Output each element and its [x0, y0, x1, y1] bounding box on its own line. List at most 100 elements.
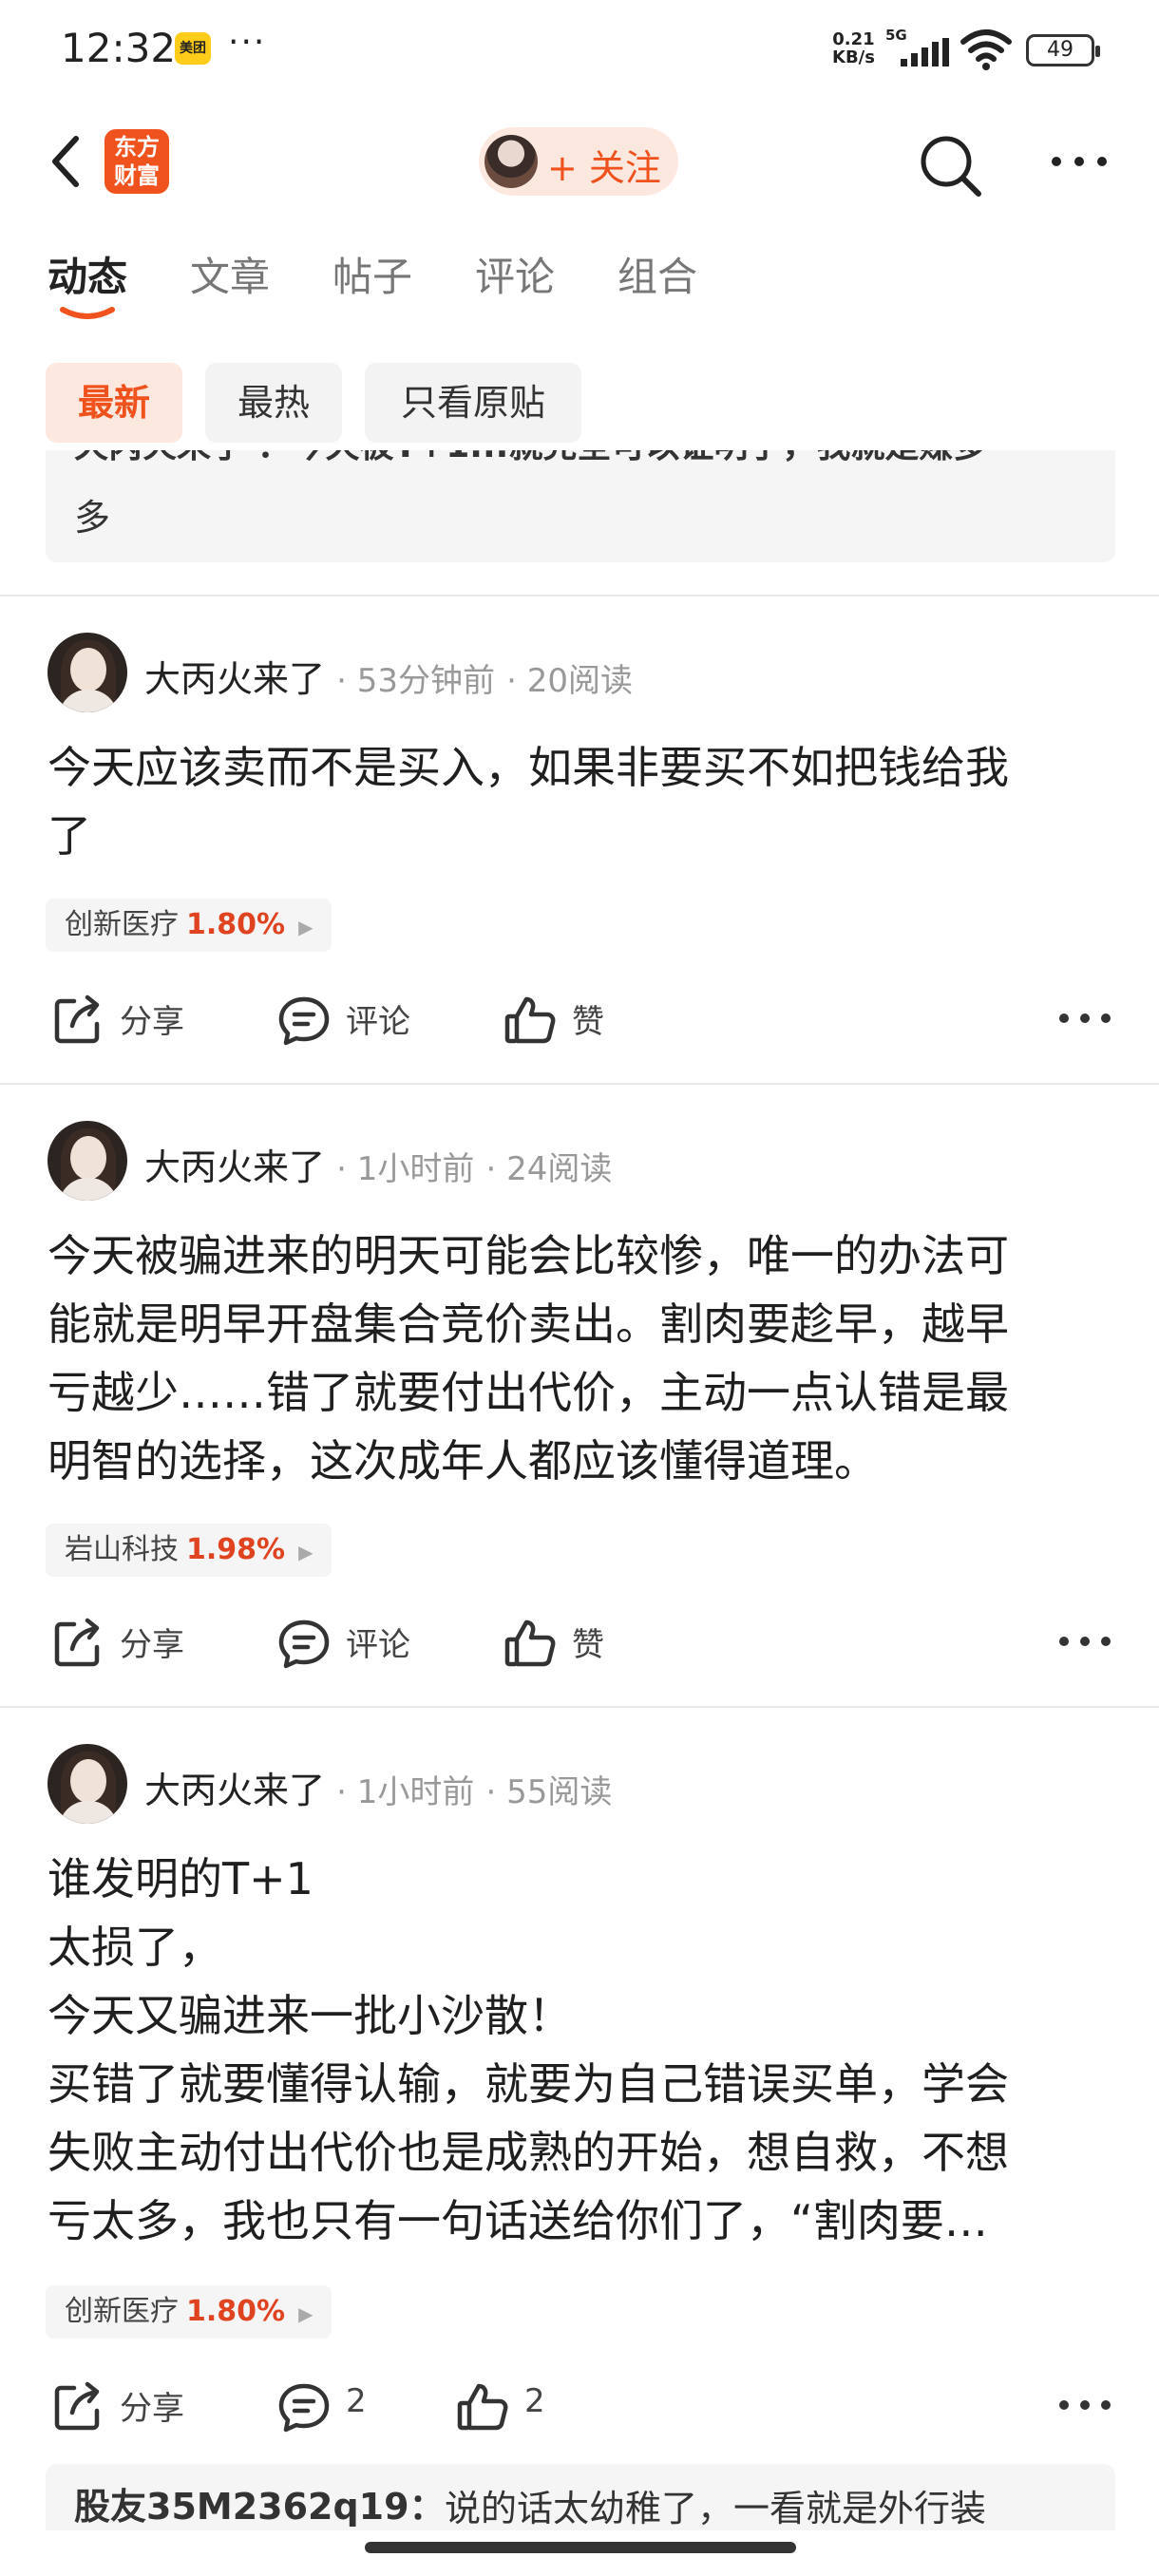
status-bar: 12:32 美团 ··· 0.21 KB/s 5G 49 — [0, 0, 1159, 104]
battery-indicator: 49 — [1026, 34, 1100, 66]
more-icon[interactable] — [1056, 1622, 1113, 1660]
quoted-post-tail: 多 — [74, 497, 111, 539]
home-indicator[interactable] — [365, 2542, 796, 2553]
post-reads: 20阅读 — [526, 662, 633, 700]
signal-icon — [901, 38, 949, 66]
post-text-line: 谁发明的T+1 — [48, 1853, 314, 1904]
stock-name: 岩山科技 — [65, 1533, 179, 1566]
stock-tag[interactable]: 岩山科技 1.98% ▶ — [46, 1524, 332, 1577]
like-count: 2 — [524, 2382, 545, 2420]
share-icon — [54, 2381, 100, 2431]
stock-tag[interactable]: 创新医疗 1.80% ▶ — [46, 2285, 332, 2339]
share-button[interactable]: 分享 — [51, 1611, 203, 1672]
logo-line-2: 财富 — [114, 162, 160, 189]
post-text-line: 今天被骗进来的明天可能会比较惨，唯一的办法可 — [48, 1230, 1009, 1281]
status-time: 12:32 — [61, 25, 177, 71]
like-label: 赞 — [572, 1003, 604, 1041]
comment-icon — [278, 2383, 330, 2433]
post-author[interactable]: 大丙火来了 — [144, 658, 325, 700]
comment-button[interactable]: 评论 — [277, 988, 429, 1049]
comment-icon — [278, 1619, 330, 1669]
like-label: 赞 — [572, 1626, 604, 1664]
thumbs-up-icon — [504, 1619, 556, 1667]
triangle-right-icon: ▶ — [298, 2302, 314, 2325]
post-time: 53分钟前 — [356, 662, 495, 700]
avatar[interactable] — [48, 1121, 127, 1201]
filter-latest[interactable]: 最新 — [46, 363, 182, 443]
quoted-post-cut-line: 天丙火来了 ：今天被T+1...就完全可以证明了，我就是赚多 — [74, 450, 987, 471]
tab-posts[interactable]: 帖子 — [332, 245, 412, 303]
tab-dynamic[interactable]: 动态 — [48, 245, 127, 303]
back-arrow-icon[interactable] — [42, 131, 95, 192]
comment-preview[interactable]: 股友35M2362q19： 说的话太幼稚了，一看就是外行装 — [46, 2464, 1115, 2530]
share-icon — [54, 1618, 100, 1667]
comment-button[interactable]: 评论 — [277, 1611, 429, 1672]
network-speed: 0.21 KB/s — [832, 30, 875, 66]
like-button[interactable]: 2 — [456, 2375, 580, 2435]
tab-portfolio[interactable]: 组合 — [618, 245, 697, 303]
stock-change: 1.80% — [186, 2295, 286, 2328]
post-text-line: 买错了就要懂得认输，就要为自己错误买单，学会 — [48, 2058, 1009, 2110]
avatar — [484, 135, 538, 188]
post-text-line: 亏太多，我也只有一句话送给你们了，“割肉要… — [48, 2195, 988, 2246]
filter-hottest[interactable]: 最热 — [205, 363, 342, 443]
post-text[interactable]: 今天应该卖而不是买入，如果非要买不如把钱给我 了 — [48, 733, 1121, 870]
post-meta: 大丙火来了 · 1小时前 · 55阅读 — [144, 1770, 613, 1811]
stock-tag[interactable]: 创新医疗 1.80% ▶ — [46, 899, 332, 952]
wifi-icon — [960, 29, 1012, 70]
more-icon[interactable] — [1056, 999, 1113, 1037]
filter-original-only[interactable]: 只看原贴 — [365, 363, 581, 443]
post-text[interactable]: 谁发明的T+1 太损了， 今天又骗进来一批小沙散！ 买错了就要懂得认输，就要为自… — [48, 1845, 1121, 2255]
post-text-line: 失败主动付出代价也是成熟的开始，想自救，不想 — [48, 2127, 1009, 2178]
tab-comments[interactable]: 评论 — [475, 245, 555, 303]
post-meta: 大丙火来了 · 53分钟前 · 20阅读 — [144, 658, 633, 700]
triangle-right-icon: ▶ — [298, 916, 314, 938]
stock-name: 创新医疗 — [65, 2295, 179, 2328]
share-label: 分享 — [120, 1626, 184, 1664]
quoted-post-remnant[interactable]: 天丙火来了 ：今天被T+1...就完全可以证明了，我就是赚多 多 — [46, 450, 1115, 562]
post-text-line: 今天应该卖而不是买入，如果非要买不如把钱给我 — [48, 742, 1009, 793]
avatar[interactable] — [48, 1744, 127, 1824]
share-button[interactable]: 分享 — [51, 988, 203, 1049]
comment-button[interactable]: 2 — [277, 2375, 401, 2435]
thumbs-up-icon — [504, 996, 556, 1044]
post-text[interactable]: 今天被骗进来的明天可能会比较惨，唯一的办法可 能就是明早开盘集合竞价卖出。割肉要… — [48, 1222, 1121, 1495]
divider — [0, 595, 1159, 597]
follow-label: + 关注 — [547, 147, 661, 189]
comment-label: 评论 — [346, 1003, 410, 1041]
triangle-right-icon: ▶ — [298, 1541, 314, 1563]
network-speed-value: 0.21 — [832, 29, 875, 49]
logo-line-1: 东方 — [114, 134, 160, 161]
more-icon[interactable] — [1056, 2386, 1113, 2424]
post-text-line: 太损了， — [48, 1922, 222, 1973]
divider — [0, 1706, 1159, 1708]
share-label: 分享 — [120, 1003, 184, 1041]
share-button[interactable]: 分享 — [51, 2375, 203, 2435]
status-more-icon: ··· — [228, 23, 267, 62]
follow-button[interactable]: + 关注 — [479, 127, 678, 196]
eastmoney-logo: 东方 财富 — [104, 129, 169, 194]
post-author[interactable]: 大丙火来了 — [144, 1770, 325, 1811]
thumbs-up-icon — [457, 2383, 508, 2431]
comment-icon — [278, 996, 330, 1046]
like-button[interactable]: 赞 — [504, 988, 627, 1049]
comment-label: 评论 — [346, 1626, 410, 1664]
comment-count: 2 — [346, 2382, 367, 2420]
tab-articles[interactable]: 文章 — [190, 245, 270, 303]
post-text-line: 能就是明早开盘集合竞价卖出。割肉要趁早，越早 — [48, 1298, 1009, 1350]
post-reads: 24阅读 — [506, 1150, 613, 1188]
comment-user[interactable]: 股友35M2362q19： — [74, 2477, 446, 2529]
share-label: 分享 — [120, 2390, 184, 2428]
post-text-line: 明智的选择，这次成年人都应该懂得道理。 — [48, 1435, 878, 1487]
like-button[interactable]: 赞 — [504, 1611, 627, 1672]
post-text-line: 今天又骗进来一批小沙散！ — [48, 1990, 572, 2041]
avatar[interactable] — [48, 633, 127, 712]
share-icon — [54, 994, 100, 1044]
meituan-app-icon: 美团 — [175, 32, 211, 65]
divider — [0, 1083, 1159, 1085]
post-text-line: 亏越少……错了就要付出代价，主动一点认错是最 — [48, 1367, 1009, 1418]
stock-change: 1.80% — [186, 908, 286, 941]
search-icon[interactable] — [916, 131, 984, 199]
more-icon[interactable] — [1049, 131, 1110, 192]
post-author[interactable]: 大丙火来了 — [144, 1146, 325, 1188]
